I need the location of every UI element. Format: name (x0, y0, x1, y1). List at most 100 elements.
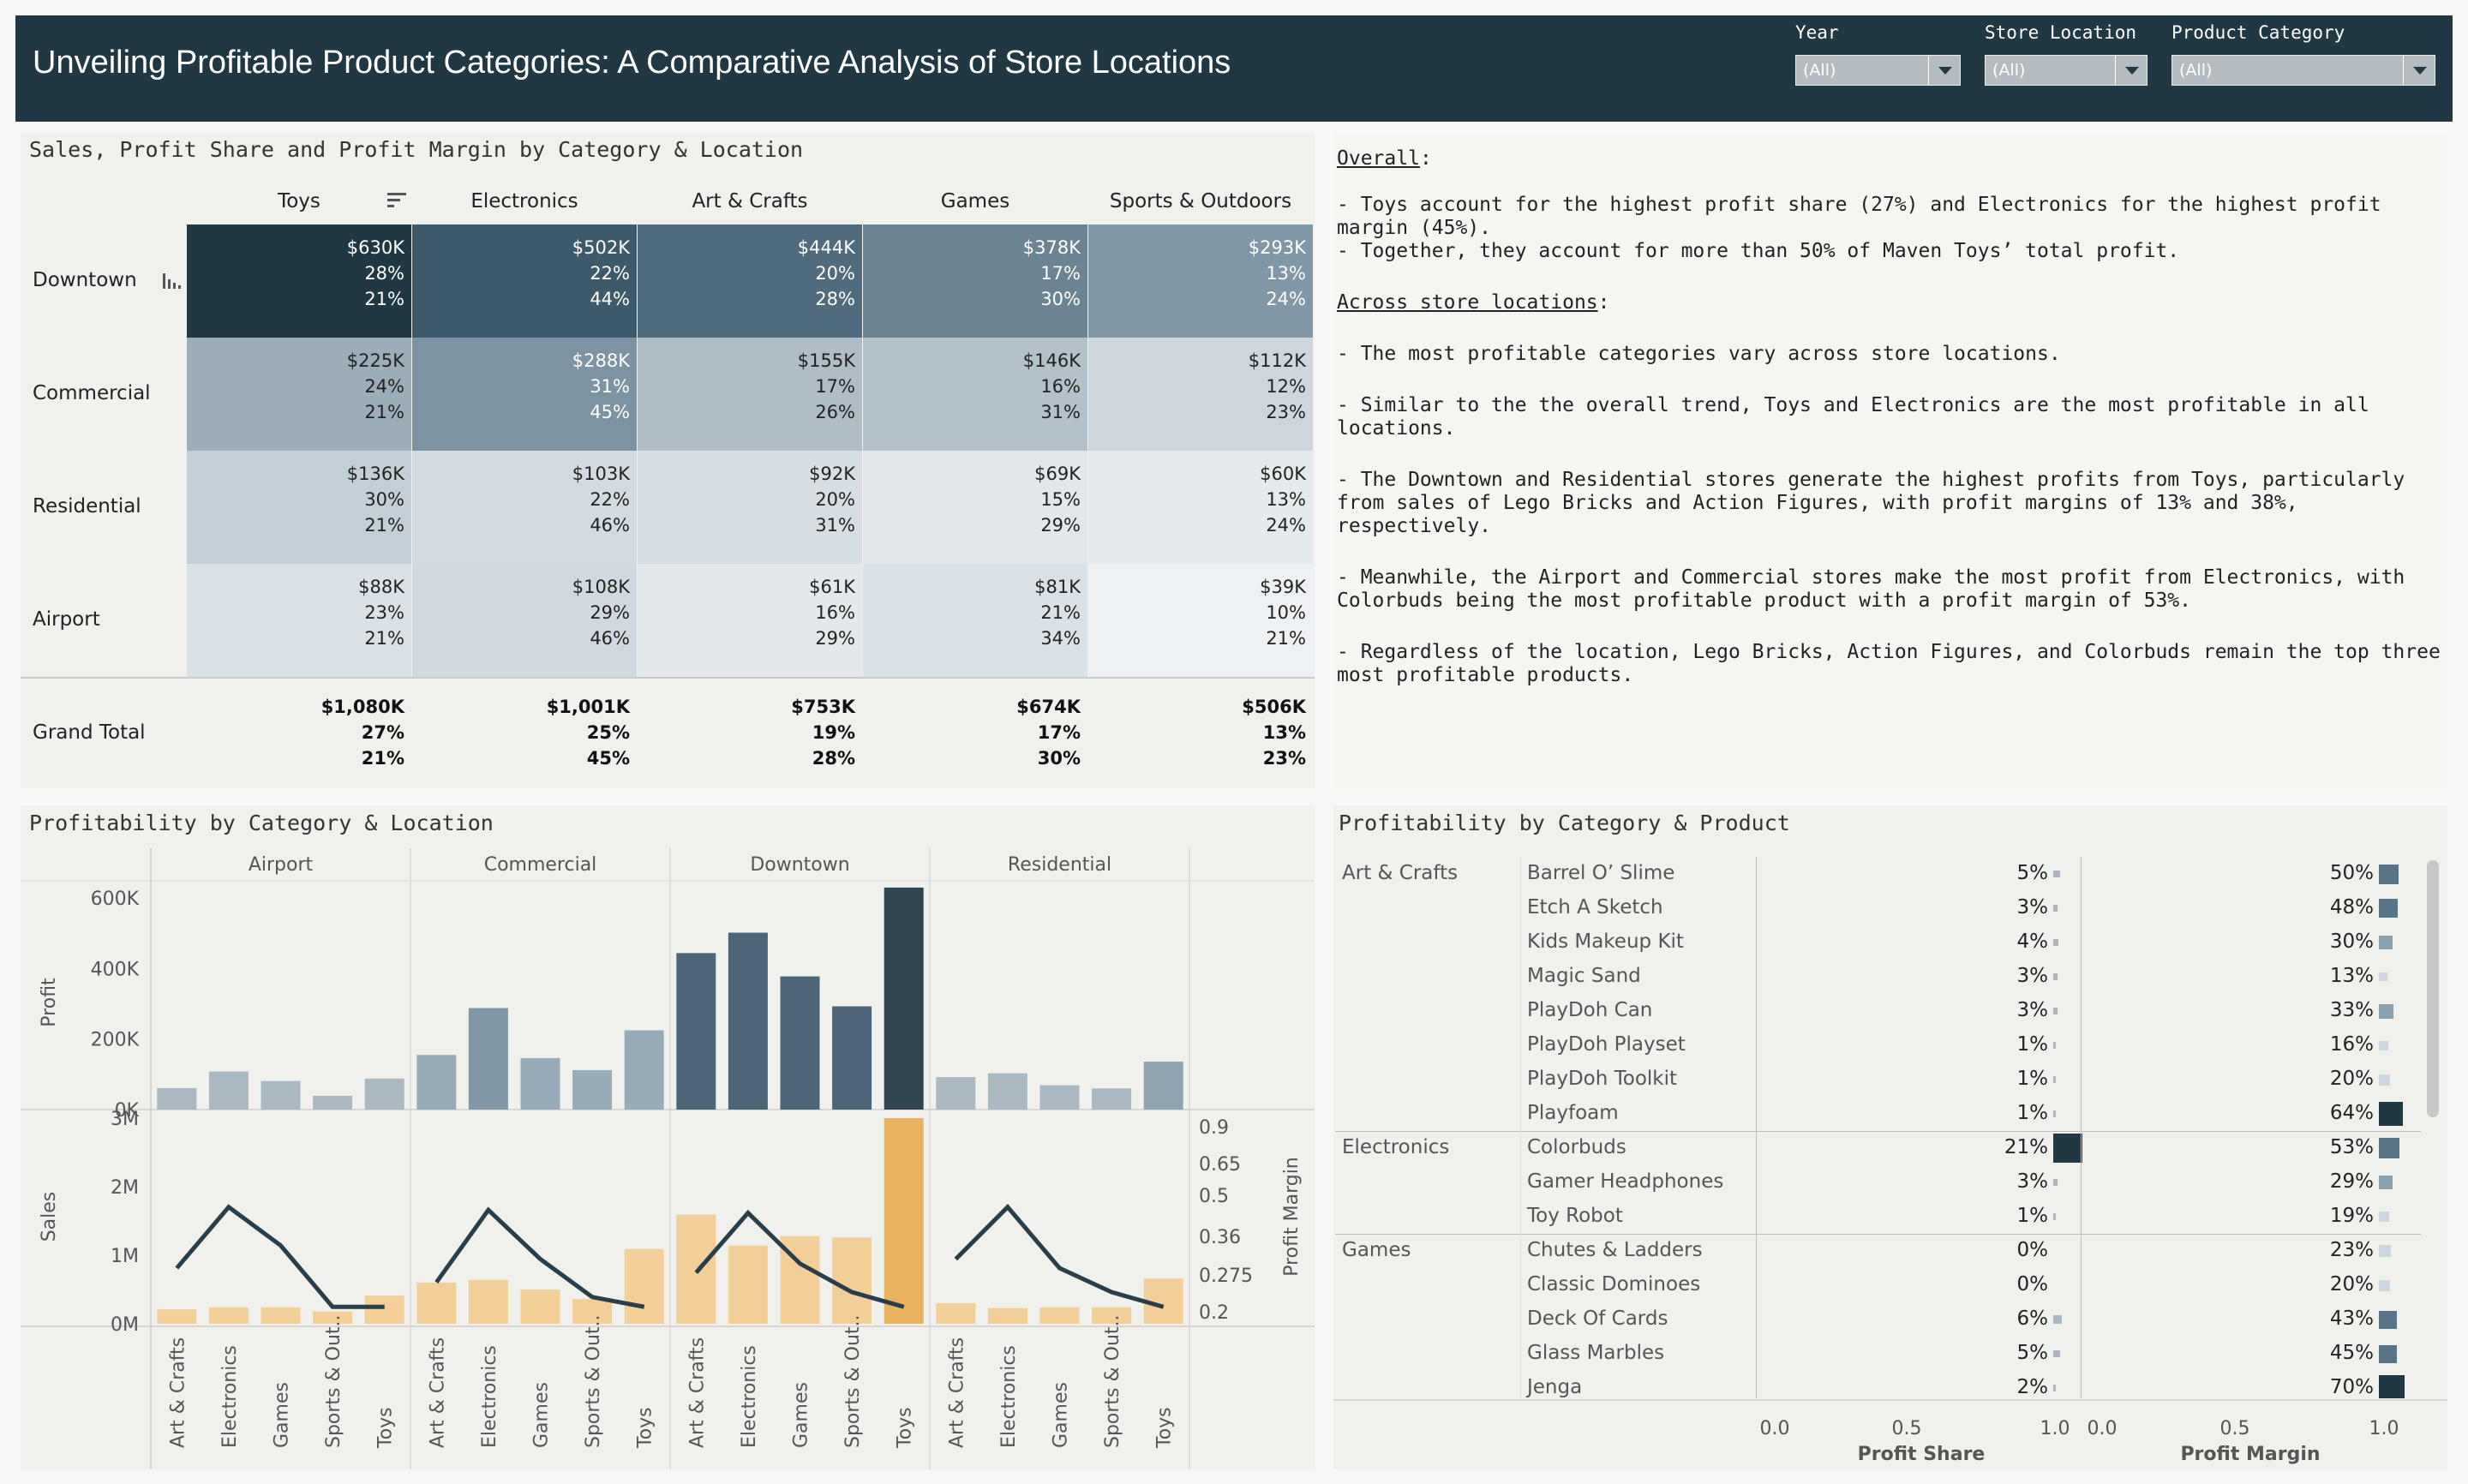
column-header[interactable]: Electronics (412, 190, 637, 212)
product-category-dropdown[interactable]: (All) (2171, 55, 2435, 86)
list-item[interactable]: Jenga 2% 70% (1335, 1371, 2421, 1398)
cell-value: 31% (815, 515, 855, 536)
total-value: 13% (1262, 722, 1306, 743)
row-header[interactable]: Commercial (33, 382, 151, 404)
list-item[interactable]: Barrel O’ Slime 5% 50% (1335, 857, 2421, 891)
table-cell[interactable]: $61K 16% 29% (638, 564, 862, 677)
table-cell[interactable]: $88K 23% 21% (187, 564, 411, 677)
profit-share-bar (2053, 905, 2058, 912)
table-cell[interactable]: $81K 21% 34% (863, 564, 1087, 677)
table-cell[interactable]: $630K 28% 21% (187, 224, 411, 338)
row-header[interactable]: Residential (33, 495, 141, 518)
filter-product-category[interactable]: Product Category (All) (2171, 22, 2435, 86)
profit-margin-bar (2379, 1102, 2403, 1126)
list-item[interactable]: PlayDoh Playset 1% 16% (1335, 1028, 2421, 1062)
bar-chart-icon[interactable] (161, 271, 183, 291)
x-tick-label: Toys (635, 1407, 656, 1449)
table-cell[interactable]: $136K 30% 21% (187, 451, 411, 564)
profit-bar (832, 1006, 872, 1110)
list-item[interactable]: PlayDoh Toolkit 1% 20% (1335, 1062, 2421, 1097)
list-item[interactable]: Playfoam 1% 64% (1335, 1097, 2421, 1131)
grand-total-cell: $674K 17% 30% (856, 694, 1081, 771)
list-item[interactable]: Colorbuds 21% 53% (1335, 1131, 2421, 1165)
table-cell[interactable]: $502K 22% 44% (412, 224, 637, 338)
table-cell[interactable]: $378K 17% 30% (863, 224, 1087, 338)
list-item[interactable]: Chutes & Ladders 0% 23% (1335, 1234, 2421, 1268)
chevron-down-icon[interactable] (2403, 56, 2435, 85)
table-cell[interactable]: $39K 10% 21% (1088, 564, 1313, 677)
cell-value: 21% (364, 289, 404, 309)
column-header[interactable]: Toys (187, 190, 411, 212)
table-cell[interactable]: $288K 31% 45% (412, 338, 637, 451)
list-item[interactable]: Classic Dominoes 0% 20% (1335, 1268, 2421, 1302)
profit-margin-bar (2379, 1138, 2399, 1158)
column-header[interactable]: Games (863, 190, 1087, 212)
profit-bar (1143, 1062, 1183, 1110)
column-header[interactable]: Art & Crafts (638, 190, 862, 212)
chevron-down-icon[interactable] (2115, 56, 2147, 85)
table-cell[interactable]: $444K 20% 28% (638, 224, 862, 338)
total-value: $1,001K (546, 697, 630, 717)
profit-margin-label: 33% (2329, 999, 2374, 1021)
row-header[interactable]: Airport (33, 608, 100, 631)
list-item[interactable]: Kids Makeup Kit 4% 30% (1335, 925, 2421, 960)
notes-line: - Meanwhile, the Airport and Commercial … (1337, 566, 2405, 612)
x-tick-label: 0.0 (1760, 1418, 1790, 1439)
profit-share-bar (2053, 1315, 2062, 1324)
product-name: Colorbuds (1527, 1136, 1626, 1158)
product-name: Playfoam (1527, 1102, 1619, 1124)
list-item[interactable]: Gamer Headphones 3% 29% (1335, 1165, 2421, 1200)
chevron-down-icon[interactable] (1928, 56, 1960, 85)
table-cell[interactable]: $60K 13% 24% (1088, 451, 1313, 564)
facet-header: Airport (249, 854, 314, 876)
sales-bar (676, 1214, 716, 1324)
profit-bar (728, 932, 768, 1110)
column-header[interactable]: Sports & Outdoors (1088, 190, 1313, 212)
product-name: Kids Makeup Kit (1527, 930, 1684, 953)
product-name: Barrel O’ Slime (1527, 862, 1675, 884)
sort-icon[interactable] (386, 190, 408, 211)
product-list[interactable]: Art & Crafts Barrel O’ Slime 5% 50% Etch A S… (1335, 857, 2421, 1398)
cell-value: 20% (815, 489, 855, 510)
profit-margin-label: 23% (2329, 1239, 2374, 1261)
profit-share-bar (2053, 1042, 2056, 1049)
list-item[interactable]: Glass Marbles 5% 45% (1335, 1337, 2421, 1371)
sales-bar (624, 1248, 664, 1324)
table-cell[interactable]: $103K 22% 46% (412, 451, 637, 564)
store-location-dropdown[interactable]: (All) (1985, 55, 2148, 86)
sales-bar (208, 1307, 249, 1324)
facet-header: Downtown (750, 854, 849, 876)
profit-share-label: 1% (2016, 1033, 2049, 1056)
table-cell[interactable]: $69K 15% 29% (863, 451, 1087, 564)
product-axis: 0.0 0.5 1.0 0.0 0.5 1.0 Profit Share Profit Mar… (1333, 1399, 2447, 1465)
profit-bar (261, 1080, 301, 1110)
grand-total-cell: $1,001K 25% 45% (405, 694, 630, 771)
y2-axis-label: Profit Margin (1281, 1157, 1303, 1277)
list-item[interactable]: Deck Of Cards 6% 43% (1335, 1302, 2421, 1337)
table-cell[interactable]: $293K 13% 24% (1088, 224, 1313, 338)
year-dropdown[interactable]: (All) (1795, 55, 1961, 86)
table-cell[interactable]: $92K 20% 31% (638, 451, 862, 564)
cell-value: $39K (1260, 577, 1306, 597)
list-item[interactable]: Magic Sand 3% 13% (1335, 960, 2421, 994)
x-tick-label: Sports & Out.. (842, 1314, 864, 1448)
total-value: $674K (1016, 697, 1081, 717)
list-item[interactable]: Toy Robot 1% 19% (1335, 1200, 2421, 1234)
store-location-dropdown-value: (All) (1992, 61, 2026, 80)
table-cell[interactable]: $155K 17% 26% (638, 338, 862, 451)
cell-value: $225K (346, 350, 404, 371)
x-tick-label: Sports & Out.. (1102, 1314, 1123, 1448)
cell-value: 16% (1040, 376, 1081, 397)
scrollbar-thumb[interactable] (2427, 860, 2439, 1117)
table-cell[interactable]: $225K 24% 21% (187, 338, 411, 451)
row-header[interactable]: Downtown (33, 269, 137, 291)
table-cell[interactable]: $108K 29% 46% (412, 564, 637, 677)
table-cell[interactable]: $112K 12% 23% (1088, 338, 1313, 451)
table-cell[interactable]: $146K 16% 31% (863, 338, 1087, 451)
filter-year[interactable]: Year (All) (1795, 22, 1961, 86)
filter-store-location[interactable]: Store Location (All) (1985, 22, 2148, 86)
list-item[interactable]: Etch A Sketch 3% 48% (1335, 891, 2421, 925)
notes-line: - Regardless of the location, Lego Brick… (1337, 641, 2441, 686)
list-item[interactable]: PlayDoh Can 3% 33% (1335, 994, 2421, 1028)
profit-bar (313, 1095, 353, 1110)
